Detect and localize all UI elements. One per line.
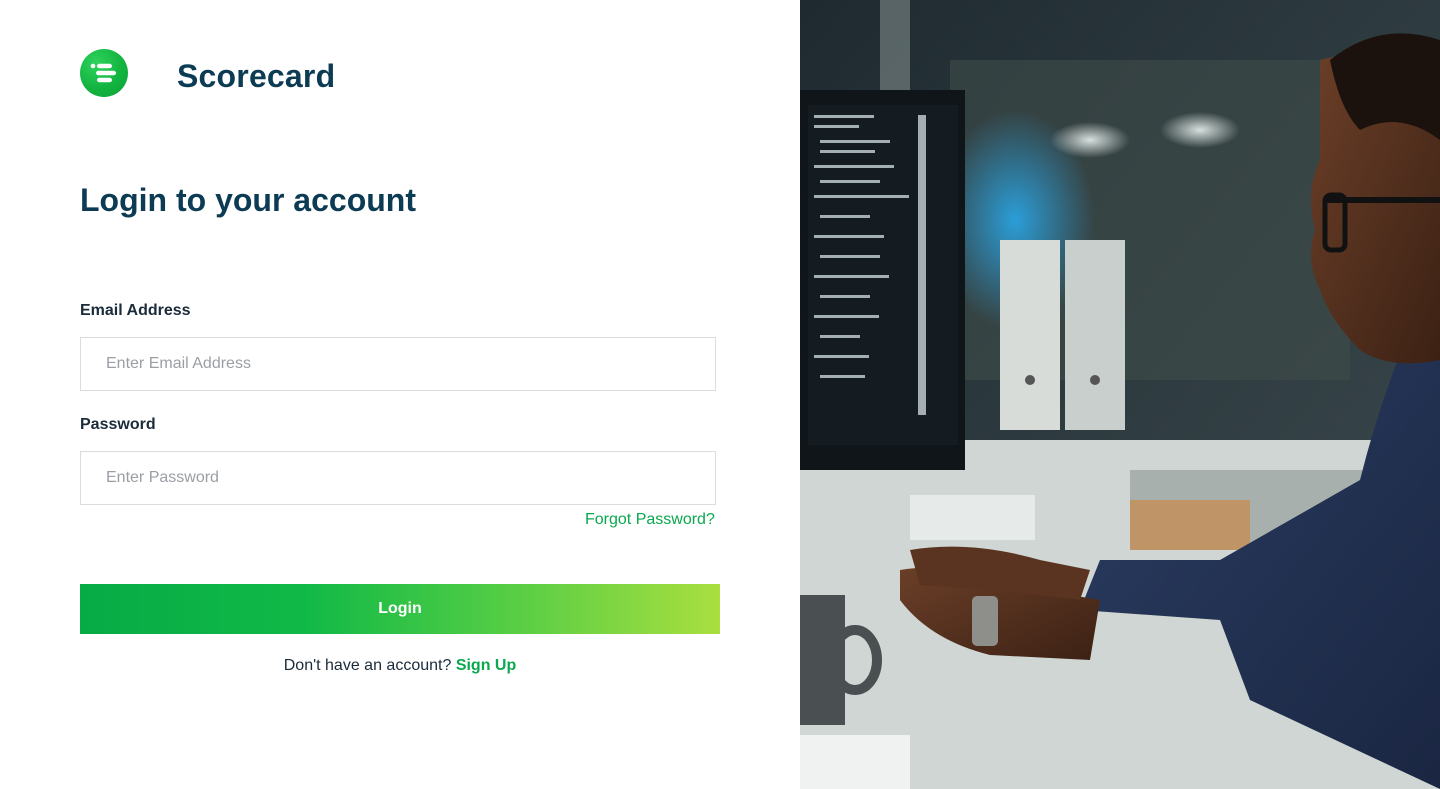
signup-link[interactable]: Sign Up: [456, 657, 516, 674]
hero-photo: [800, 0, 1440, 789]
login-button[interactable]: Login: [80, 584, 720, 634]
menu-lines-icon: [90, 63, 116, 83]
email-label: Email Address: [80, 302, 191, 319]
signup-row: Don't have an account? Sign Up: [80, 657, 720, 675]
signup-prompt: Don't have an account?: [283, 657, 452, 674]
page-title: Login to your account: [80, 182, 416, 218]
password-label: Password: [80, 416, 156, 433]
forgot-password-link[interactable]: Forgot Password?: [585, 511, 715, 529]
email-field[interactable]: [80, 337, 716, 391]
login-panel: Scorecard Login to your account Email Ad…: [0, 0, 800, 789]
brand-logo: [80, 49, 128, 97]
brand-name: Scorecard: [177, 58, 336, 94]
password-field[interactable]: [80, 451, 716, 505]
developer-at-desk-image: [800, 0, 1440, 789]
